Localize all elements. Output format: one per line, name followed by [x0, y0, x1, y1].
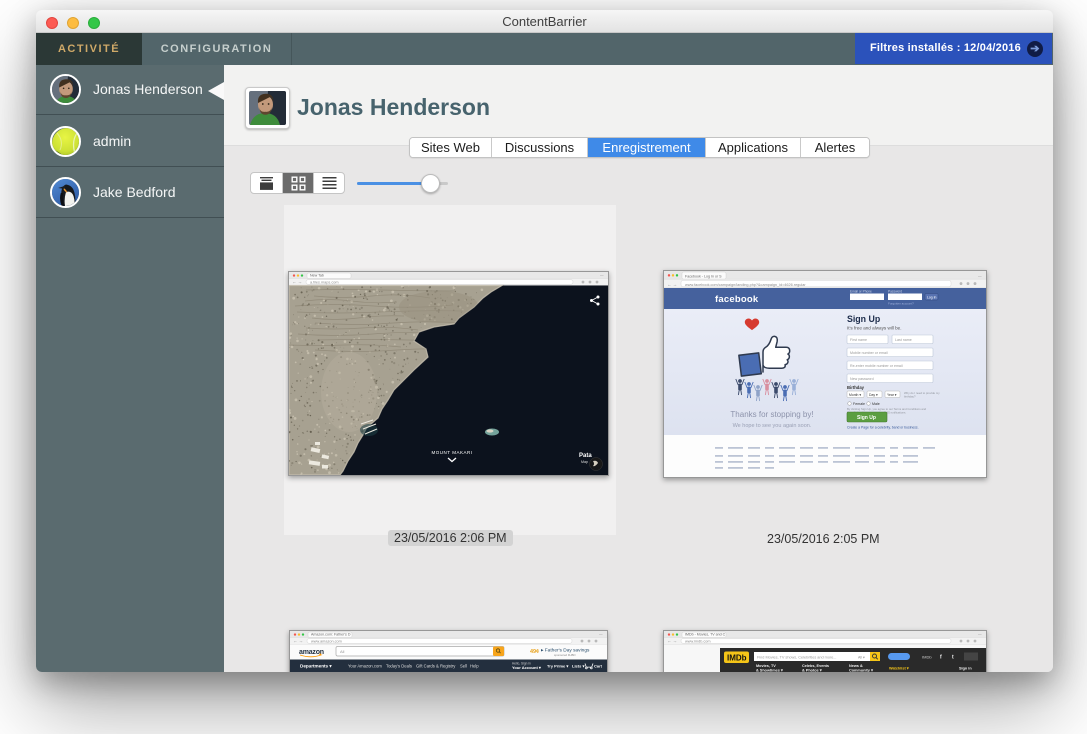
svg-text:Your Amazon.com: Your Amazon.com: [348, 664, 382, 669]
svg-text:Sell: Sell: [460, 664, 467, 669]
svg-text:Gift Cards & Registry: Gift Cards & Registry: [416, 664, 456, 669]
svg-text:Email or Phone: Email or Phone: [850, 290, 872, 294]
svg-text:Re-enter mobile number or emai: Re-enter mobile number or email: [850, 364, 903, 368]
svg-text:Find Movies, TV shows, Celebri: Find Movies, TV shows, Celebrities and m…: [757, 656, 836, 660]
svg-text:It's free and always will be.: It's free and always will be.: [847, 326, 902, 331]
svg-text:News &: News &: [849, 664, 863, 668]
svg-text:Map: Map: [581, 460, 588, 464]
svg-text:www.amazon.com: www.amazon.com: [311, 639, 342, 643]
svg-text:—: —: [978, 274, 982, 278]
svg-text:—: —: [600, 274, 604, 278]
svg-text:Sign Up: Sign Up: [847, 314, 881, 324]
svg-text:Amazon.com: Father's D: Amazon.com: Father's D: [311, 633, 351, 637]
svg-text:IMDb - Movies, TV and C: IMDb - Movies, TV and C: [685, 633, 726, 637]
svg-text:—: —: [978, 633, 982, 637]
svg-text:← →: ← →: [293, 639, 303, 644]
svg-text:Watchlist ▾: Watchlist ▾: [889, 667, 910, 671]
svg-text:Celebs, Events: Celebs, Events: [802, 664, 829, 668]
svg-text:Your Account ▾: Your Account ▾: [512, 665, 542, 670]
svg-text:Birthday: Birthday: [847, 385, 865, 390]
svg-text:Forgotten account?: Forgotten account?: [888, 302, 914, 306]
svg-text:IMDb: IMDb: [922, 655, 932, 660]
svg-text:Today's Deals: Today's Deals: [386, 664, 412, 669]
svg-text:Thanks for stopping by!: Thanks for stopping by!: [730, 410, 813, 419]
svg-text:a.tiles.maps.com: a.tiles.maps.com: [310, 280, 339, 284]
svg-text:Cart: Cart: [594, 664, 603, 669]
svg-text:← →: ← →: [667, 639, 677, 644]
svg-text:—: —: [599, 633, 603, 637]
svg-text:& Photos ▾: & Photos ▾: [802, 669, 823, 673]
svg-text:Log In: Log In: [927, 296, 937, 300]
svg-text:We hope to see you again soon.: We hope to see you again soon.: [733, 423, 812, 429]
svg-text:← →: ← →: [667, 282, 677, 287]
svg-text:Password: Password: [888, 290, 902, 294]
svg-text:Lists ▾: Lists ▾: [572, 664, 585, 669]
svg-text:facebook: facebook: [715, 294, 759, 305]
svg-text:Year ▾: Year ▾: [887, 393, 897, 397]
svg-text:Male: Male: [872, 402, 880, 406]
svg-text:Month ▾: Month ▾: [849, 393, 861, 397]
svg-text:49¢: 49¢: [530, 649, 539, 655]
svg-text:www.facebook.com/campaign/land: www.facebook.com/campaign/landing.php?&c…: [685, 283, 806, 287]
svg-text:Facebook - Log In or S: Facebook - Log In or S: [685, 274, 722, 278]
svg-text:Day ▾: Day ▾: [869, 393, 878, 397]
svg-text:& Showtimes ▾: & Showtimes ▾: [756, 669, 784, 673]
svg-text:New Tab: New Tab: [310, 274, 324, 278]
svg-text:Help: Help: [470, 664, 479, 669]
svg-text:Female: Female: [853, 402, 865, 406]
svg-text:birthday?: birthday?: [904, 395, 916, 399]
svg-text:Create a Page for a celebrity,: Create a Page for a celebrity, band or b…: [847, 426, 919, 430]
svg-text:Movies, TV: Movies, TV: [756, 664, 776, 668]
svg-text:All: All: [340, 649, 345, 654]
svg-text:First name: First name: [850, 338, 867, 342]
svg-text:Departments ▾: Departments ▾: [300, 664, 332, 669]
svg-text:Community ▾: Community ▾: [849, 669, 874, 673]
svg-text:Sign Up: Sign Up: [857, 415, 876, 421]
svg-text:Pata: Pata: [579, 453, 592, 459]
svg-text:Sign in: Sign in: [959, 667, 972, 671]
svg-text:sponsored FHBO: sponsored FHBO: [554, 653, 576, 657]
svg-text:IMDb: IMDb: [727, 654, 747, 663]
svg-text:New password: New password: [850, 377, 874, 381]
svg-text:Try Prime ▾: Try Prime ▾: [547, 664, 569, 669]
svg-text:MOUNT MAKARI: MOUNT MAKARI: [432, 450, 473, 455]
svg-text:Mobile number or email: Mobile number or email: [850, 351, 888, 355]
svg-text:All ▾: All ▾: [858, 656, 865, 660]
svg-text:www.imdb.com: www.imdb.com: [685, 639, 711, 643]
svg-text:Last name: Last name: [895, 338, 912, 342]
svg-text:← →: ← →: [292, 280, 302, 285]
